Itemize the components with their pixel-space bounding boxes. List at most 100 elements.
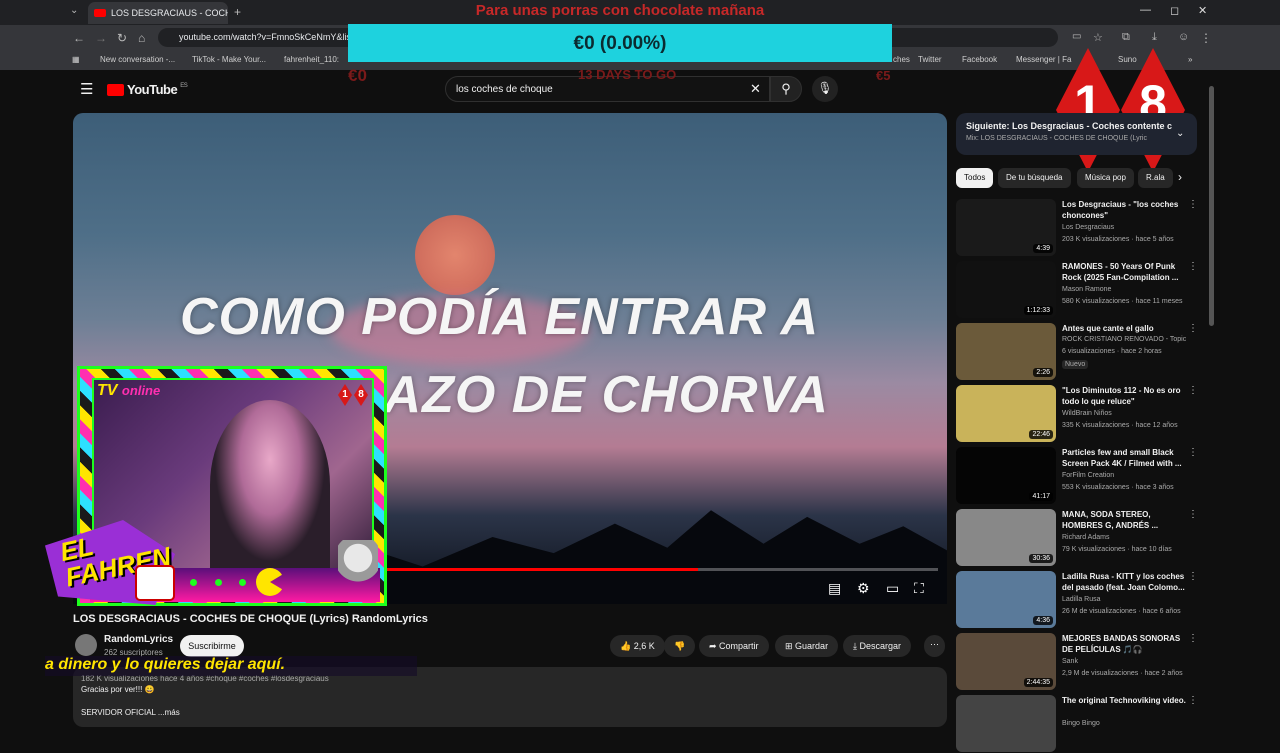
subtitles-icon[interactable]: ▤ — [828, 580, 841, 597]
share-button[interactable]: ➦ Compartir — [699, 635, 769, 657]
bookmark-item[interactable]: ches — [893, 55, 910, 64]
hamburger-menu-icon[interactable]: ☰ — [80, 80, 93, 98]
more-actions-button[interactable]: ⋯ — [924, 635, 945, 657]
back-icon[interactable]: ← — [73, 31, 85, 45]
recommendation-title[interactable]: MANA, SODA STEREO, HOMBRES G, ANDRÉS ... — [1062, 509, 1186, 531]
menu-kebab-icon[interactable]: ⋮ — [1200, 31, 1212, 45]
chevron-down-icon[interactable]: ⌄ — [1176, 128, 1184, 139]
recommendation-channel[interactable]: Los Desgraciaus — [1062, 224, 1114, 231]
recommendation-item[interactable]: 1:12:33 RAMONES - 50 Years Of Punk Rock (… — [956, 261, 1206, 319]
like-button[interactable]: 👍 2,6 K — [610, 635, 665, 657]
bookmark-item[interactable]: Suno — [1118, 55, 1137, 64]
subscribe-button[interactable]: Suscribirme — [180, 635, 244, 657]
clear-search-icon[interactable]: ✕ — [750, 81, 761, 97]
recommendation-channel[interactable]: Ladilla Rusa — [1062, 596, 1101, 603]
recommendation-item[interactable]: 41:17 Particles few and small Black Scree… — [956, 447, 1206, 505]
recommendation-thumbnail[interactable]: 4:39 — [956, 199, 1056, 256]
recommendation-channel[interactable]: Bingo Bingo — [1062, 720, 1100, 727]
recommendation-channel[interactable]: ForFilm Creation — [1062, 472, 1114, 479]
recommendation-thumbnail[interactable]: 41:17 — [956, 447, 1056, 504]
fullscreen-icon[interactable]: ⛶ — [914, 580, 924, 597]
recommendation-thumbnail[interactable] — [956, 695, 1056, 752]
downloads-icon[interactable]: ⤓ — [1152, 31, 1157, 44]
reload-icon[interactable]: ↻ — [117, 31, 127, 45]
recommendation-thumbnail[interactable]: 2:26 — [956, 323, 1056, 380]
recommendation-channel[interactable]: ROCK CRISTIANO RENOVADO - Topic — [1062, 336, 1186, 343]
up-next-banner[interactable]: Siguiente: Los Desgraciaus - Coches cont… — [956, 113, 1197, 155]
recommendation-channel[interactable]: WildBrain Niños — [1062, 410, 1112, 417]
download-button[interactable]: ⤓ Descargar — [843, 635, 911, 657]
recommendation-channel[interactable]: Sank — [1062, 658, 1078, 665]
channel-name[interactable]: RandomLyrics — [104, 634, 173, 645]
recommendation-item[interactable]: 30:36 MANA, SODA STEREO, HOMBRES G, ANDRÉ… — [956, 509, 1206, 567]
browser-tab[interactable]: LOS DESGRACIAUS - COCHE ✕ — [88, 2, 228, 24]
chip-related[interactable]: R.ala — [1138, 168, 1173, 188]
recommendation-thumbnail[interactable]: 22:46 — [956, 385, 1056, 442]
forward-icon[interactable]: → — [95, 31, 107, 45]
recommendation-channel[interactable]: Richard Adams — [1062, 534, 1109, 541]
video-progress-bar[interactable] — [380, 568, 938, 571]
home-icon[interactable]: ⌂ — [138, 31, 145, 45]
bookmark-item[interactable]: Twitter — [918, 55, 942, 64]
recommendation-title[interactable]: MEJORES BANDAS SONORAS DE PELÍCULAS 🎵🎧 — [1062, 633, 1186, 655]
recommendation-title[interactable]: Particles few and small Black Screen Pac… — [1062, 447, 1186, 469]
channel-avatar[interactable] — [75, 634, 97, 656]
recommendation-thumbnail[interactable]: 2:44:35 — [956, 633, 1056, 690]
bookmark-star-icon[interactable]: ☆ — [1093, 31, 1103, 44]
recommendation-title[interactable]: Antes que cante el gallo — [1062, 323, 1186, 334]
close-window-icon[interactable]: ✕ — [1198, 4, 1207, 17]
more-options-icon[interactable]: ⋮ — [1188, 447, 1198, 458]
new-tab-icon[interactable]: + — [234, 5, 241, 19]
profile-icon[interactable]: ☺ — [1178, 31, 1189, 43]
save-button[interactable]: ⊞ Guardar — [775, 635, 839, 657]
settings-gear-icon[interactable]: ⚙ — [857, 580, 870, 597]
chip-from-search[interactable]: De tu búsqueda — [998, 168, 1071, 188]
maximize-icon[interactable]: ◻ — [1170, 4, 1179, 17]
more-options-icon[interactable]: ⋮ — [1188, 323, 1198, 334]
search-button[interactable]: ⚲ — [770, 76, 802, 102]
recommendation-item[interactable]: 4:39 Los Desgraciaus - "los coches chonco… — [956, 199, 1206, 257]
online-label: online — [121, 383, 161, 398]
more-options-icon[interactable]: ⋮ — [1188, 385, 1198, 396]
tab-search-icon[interactable]: ⌄ — [70, 5, 78, 16]
recommendation-item[interactable]: 2:26 Antes que cante el gallo ROCK CRISTIA… — [956, 323, 1206, 381]
more-bookmarks-icon[interactable]: » — [1188, 55, 1192, 64]
more-options-icon[interactable]: ⋮ — [1188, 199, 1198, 210]
recommendation-title[interactable]: "Los Diminutos 112 - No es oro todo lo q… — [1062, 385, 1186, 407]
bookmark-item[interactable]: Facebook — [962, 55, 997, 64]
scrollbar[interactable] — [1209, 86, 1214, 326]
recommendation-item[interactable]: 4:36 Ladilla Rusa - KITT y los coches del… — [956, 571, 1206, 629]
more-options-icon[interactable]: ⋮ — [1188, 571, 1198, 582]
minimize-icon[interactable]: — — [1140, 4, 1151, 16]
chip-pop-music[interactable]: Música pop — [1077, 168, 1134, 188]
recommendation-title[interactable]: Ladilla Rusa - KITT y los coches del pas… — [1062, 571, 1186, 593]
recommendation-item[interactable]: 2:44:35 MEJORES BANDAS SONORAS DE PELÍCUL… — [956, 633, 1206, 691]
theater-mode-icon[interactable]: ▭ — [886, 580, 899, 597]
bookmark-item[interactable]: TikTok - Make Your... — [192, 55, 266, 64]
recommendation-item[interactable]: 22:46 "Los Diminutos 112 - No es oro todo… — [956, 385, 1206, 443]
recommendation-thumbnail[interactable]: 4:36 — [956, 571, 1056, 628]
more-options-icon[interactable]: ⋮ — [1188, 509, 1198, 520]
recommendation-title[interactable]: The original Technoviking video. — [1062, 695, 1186, 706]
recommendation-item[interactable]: The original Technoviking video. Bingo Bi… — [956, 695, 1206, 753]
cast-icon[interactable]: ▭ — [1072, 31, 1081, 42]
apps-icon[interactable]: ▦ — [72, 55, 80, 64]
bookmark-item[interactable]: fahrenheit_110: — [284, 55, 339, 64]
recommendation-thumbnail[interactable]: 30:36 — [956, 509, 1056, 566]
more-options-icon[interactable]: ⋮ — [1188, 261, 1198, 272]
chevron-right-icon[interactable]: › — [1178, 170, 1182, 184]
chip-all[interactable]: Todos — [956, 168, 994, 188]
bookmark-item[interactable]: New conversation -... — [100, 55, 175, 64]
bookmark-item[interactable]: Messenger | Fa — [1016, 55, 1071, 64]
more-options-icon[interactable]: ⋮ — [1188, 695, 1198, 706]
more-options-icon[interactable]: ⋮ — [1188, 633, 1198, 644]
description-box[interactable]: 182 K visualizaciones hace 4 años #choqu… — [73, 667, 947, 727]
recommendation-title[interactable]: RAMONES - 50 Years Of Punk Rock (2025 Fa… — [1062, 261, 1186, 283]
voice-search-button[interactable]: 🎙 — [812, 76, 838, 102]
extensions-icon[interactable]: ⧉ — [1122, 31, 1130, 44]
dislike-button[interactable]: 👎 — [664, 635, 696, 657]
recommendation-thumbnail[interactable]: 1:12:33 — [956, 261, 1056, 318]
youtube-logo[interactable]: YouTube ES — [107, 82, 188, 97]
recommendation-channel[interactable]: Mason Ramone — [1062, 286, 1111, 293]
recommendation-title[interactable]: Los Desgraciaus - "los coches choncones" — [1062, 199, 1186, 221]
